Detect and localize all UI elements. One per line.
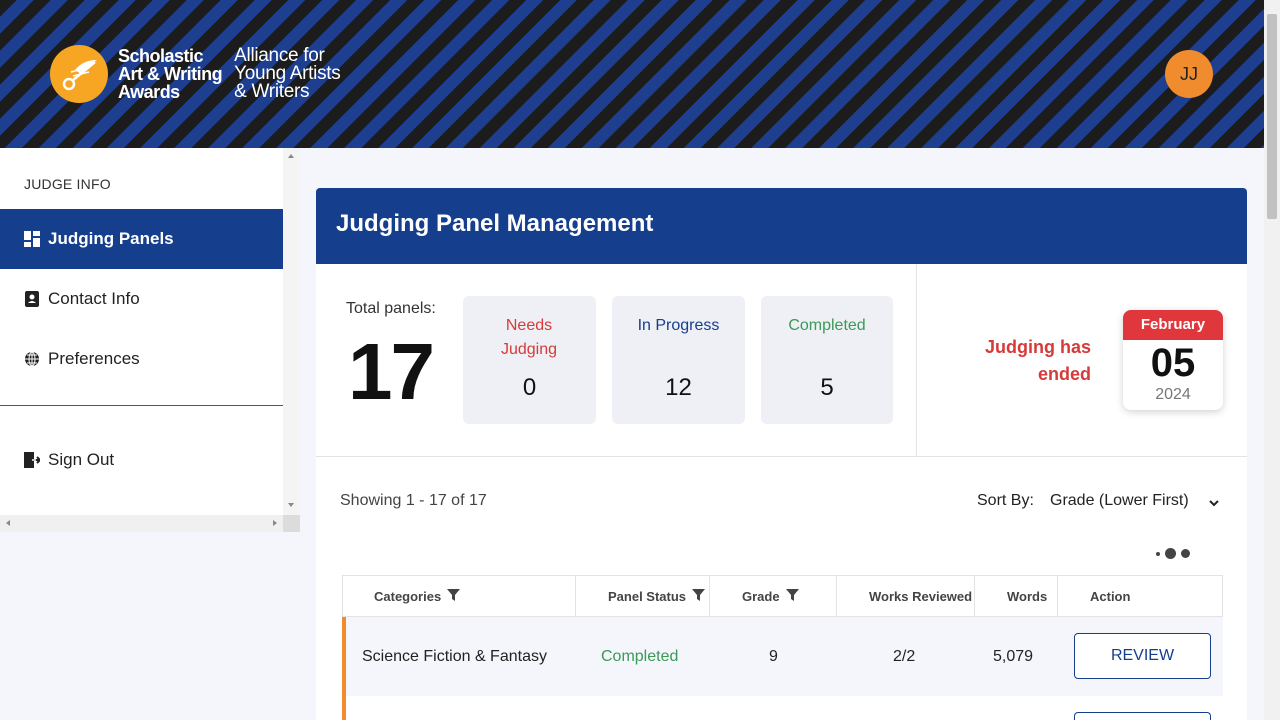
column-words: Words — [975, 576, 1058, 616]
calendar-month: February — [1123, 310, 1223, 340]
filter-icon[interactable] — [692, 588, 706, 604]
cell-words: 5,079 — [993, 647, 1034, 665]
logo-line-1: Scholastic — [118, 46, 204, 66]
review-button[interactable] — [1074, 712, 1211, 720]
logo-line-2: Art & Writing — [118, 64, 223, 84]
sidebar-item-label: Sign Out — [48, 450, 115, 469]
column-label: Grade — [742, 588, 780, 604]
calendar-year: 2024 — [1155, 386, 1191, 403]
column-label: Action — [1090, 588, 1131, 604]
logo-sub-text: Alliance for Young Artists & Writers — [234, 46, 341, 102]
cell-category: Science Fiction & Fantasy — [362, 647, 547, 665]
scroll-indicator-dots[interactable] — [1156, 548, 1195, 559]
column-label: Works Reviewed — [869, 588, 973, 604]
sort-select[interactable]: Grade (Lower First) — [1050, 492, 1189, 510]
sidebar: JUDGE INFO Judging Panels Contact Info P… — [0, 148, 300, 720]
filter-icon[interactable] — [785, 588, 799, 604]
stat-value: 12 — [665, 374, 692, 401]
stat-label: Completed — [788, 317, 866, 334]
scrollbar-corner — [283, 515, 300, 532]
indicator-dot[interactable] — [1156, 551, 1160, 556]
stat-completed[interactable]: Completed 5 — [761, 296, 893, 424]
results-count: Showing 1 - 17 of 17 — [340, 492, 487, 509]
deadline-calendar: February 05 2024 — [1123, 310, 1223, 410]
sign-out-icon — [24, 452, 40, 468]
table-row[interactable] — [342, 696, 1223, 720]
indicator-dot-active[interactable] — [1165, 548, 1176, 559]
avatar-initials: JJ — [1180, 63, 1198, 84]
scroll-down-arrow-icon[interactable] — [288, 503, 294, 507]
sidebar-item-judging-panels[interactable]: Judging Panels — [0, 209, 283, 269]
user-avatar[interactable]: JJ — [1165, 50, 1213, 98]
filter-icon[interactable] — [447, 588, 461, 604]
column-label: Panel Status — [608, 588, 687, 604]
contact-book-icon — [24, 291, 40, 307]
total-panels-label: Total panels: — [346, 300, 436, 317]
chevron-down-icon[interactable] — [1208, 495, 1220, 513]
dashboard-icon — [24, 231, 40, 247]
section-divider — [316, 456, 1247, 457]
indicator-dot[interactable] — [1181, 549, 1190, 558]
panel-management-body: Total panels: 17 Needs Judging 0 In Prog… — [316, 264, 1247, 720]
table-header: Categories Panel Status Grade Works Revi… — [342, 575, 1223, 617]
sidebar-item-label: Judging Panels — [48, 229, 174, 248]
logo-line-3: Awards — [118, 82, 180, 102]
column-action: Action — [1058, 576, 1222, 616]
panel-management-header: Judging Panel Management — [316, 188, 1247, 264]
page-scrollbar-thumb[interactable] — [1267, 14, 1277, 219]
sidebar-vertical-scrollbar[interactable] — [283, 148, 300, 515]
cell-status: Completed — [601, 647, 679, 665]
calendar-day: 05 — [1150, 341, 1196, 385]
sidebar-item-sign-out[interactable]: Sign Out — [0, 430, 283, 490]
column-label: Words — [1007, 588, 1048, 604]
scroll-up-arrow-icon[interactable] — [288, 154, 294, 158]
column-panel-status[interactable]: Panel Status — [576, 576, 710, 616]
sidebar-item-label: Preferences — [48, 349, 140, 368]
stat-label: Needs Judging — [500, 317, 558, 358]
logo-main-text: Scholastic Art & Writing Awards — [118, 46, 223, 102]
table-row[interactable]: Science Fiction & Fantasy Completed 9 2/… — [342, 617, 1223, 696]
logo-sub-line-3: & Writers — [234, 81, 310, 102]
site-header: Scholastic Art & Writing Awards Alliance… — [0, 0, 1264, 148]
stat-value: 0 — [522, 374, 537, 401]
total-panels-value: 17 — [348, 327, 435, 416]
judging-status-message: Judging has ended — [984, 337, 1091, 384]
sidebar-item-preferences[interactable]: Preferences — [0, 329, 283, 389]
sidebar-heading: JUDGE INFO — [24, 176, 111, 192]
sidebar-item-contact-info[interactable]: Contact Info — [0, 269, 283, 329]
column-grade[interactable]: Grade — [710, 576, 837, 616]
logo-emblem-icon — [50, 45, 108, 103]
stat-label: In Progress — [637, 317, 720, 334]
globe-icon — [24, 351, 40, 367]
sidebar-item-label: Contact Info — [48, 289, 140, 308]
stats-section: Total panels: 17 Needs Judging 0 In Prog… — [316, 264, 917, 456]
sidebar-panel: JUDGE INFO Judging Panels Contact Info P… — [0, 148, 283, 515]
column-works-reviewed: Works Reviewed — [837, 576, 975, 616]
sidebar-divider — [0, 405, 283, 406]
stat-in-progress[interactable]: In Progress 12 — [612, 296, 745, 424]
column-categories[interactable]: Categories — [343, 576, 576, 616]
cell-works-reviewed: 2/2 — [893, 647, 916, 665]
sidebar-horizontal-scrollbar[interactable] — [0, 515, 300, 532]
page-title: Judging Panel Management — [336, 210, 654, 237]
review-button[interactable]: REVIEW — [1074, 633, 1211, 679]
scroll-left-arrow-icon[interactable] — [6, 520, 10, 526]
page-scrollbar[interactable] — [1264, 0, 1280, 720]
stat-needs-judging[interactable]: Needs Judging 0 — [463, 296, 596, 424]
stat-value: 5 — [820, 374, 834, 401]
column-label: Categories — [374, 588, 442, 604]
scroll-right-arrow-icon[interactable] — [273, 520, 277, 526]
sort-label: Sort By: — [977, 492, 1034, 509]
scholastic-logo[interactable]: Scholastic Art & Writing Awards Alliance… — [50, 45, 341, 103]
cell-grade: 9 — [769, 647, 778, 665]
